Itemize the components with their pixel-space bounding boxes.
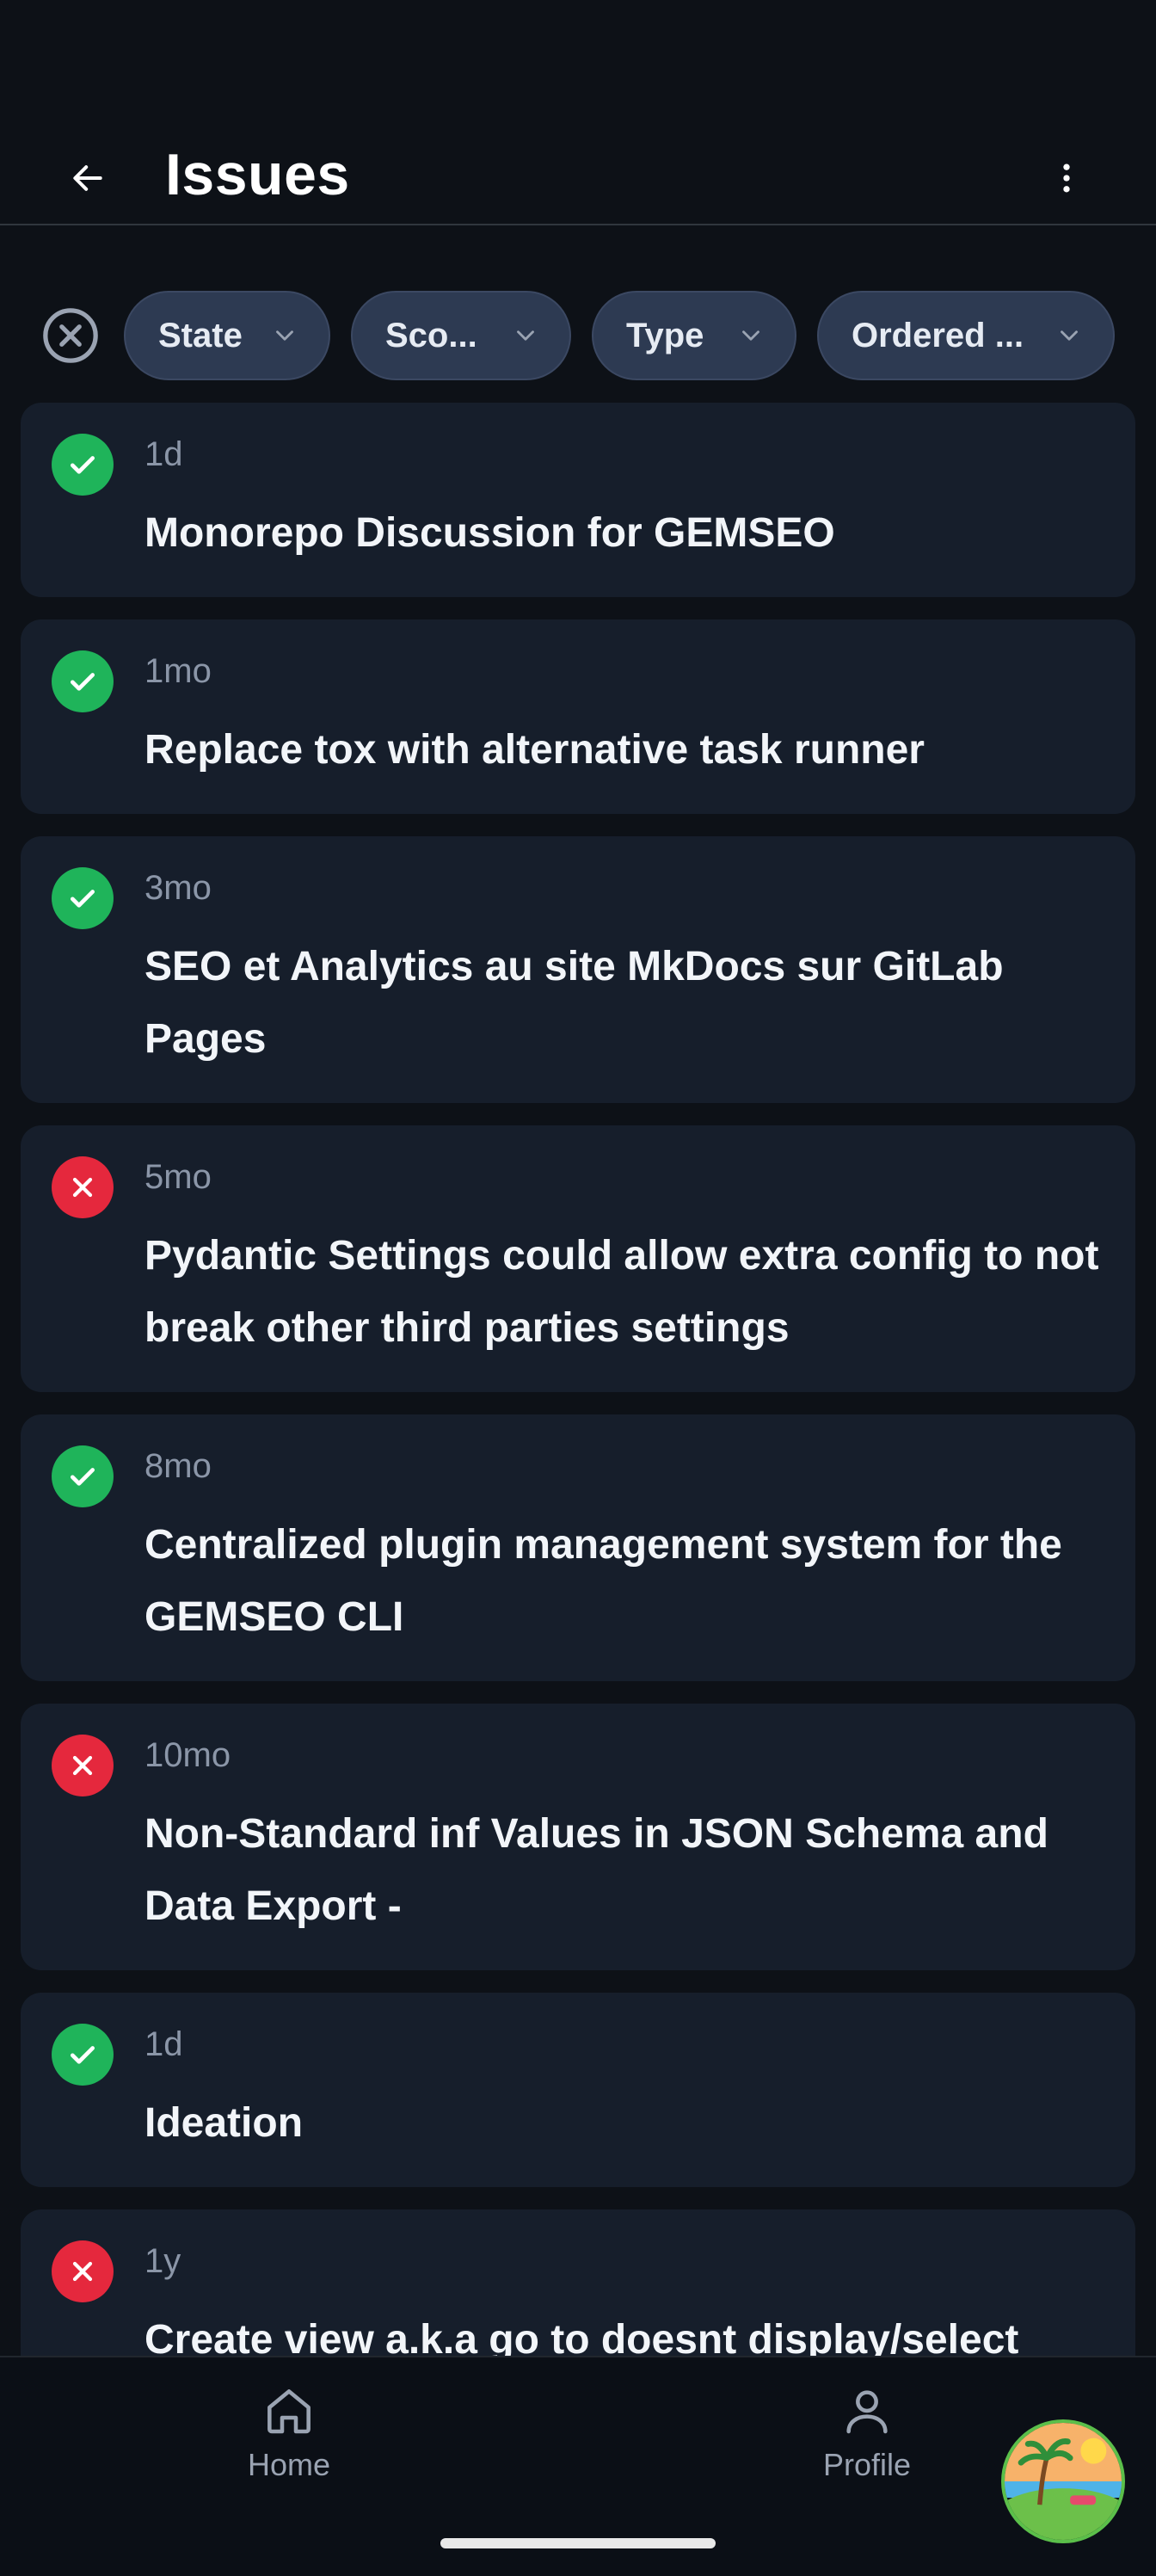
more-vert-icon <box>1063 163 1070 193</box>
check-icon <box>71 456 95 474</box>
issue-age: 3mo <box>144 869 212 907</box>
issue-age: 5mo <box>144 1158 212 1196</box>
filter-scope-label: Sco... <box>385 316 477 354</box>
nav-profile-label: Profile <box>822 2447 912 2482</box>
issue-age: 1mo <box>144 652 212 690</box>
check-icon <box>71 890 95 908</box>
issue-card[interactable]: 1d Monorepo Discussion for GEMSEO <box>21 403 1135 597</box>
status-open-badge <box>52 2024 114 2086</box>
page-title: Issues <box>165 142 350 207</box>
issue-card[interactable]: 3mo SEO et Analytics au site MkDocs sur … <box>21 836 1135 1103</box>
chevron-down-icon <box>270 321 299 350</box>
status-open-badge <box>52 867 114 929</box>
issue-title: Non-Standard inf Values in JSON Schema a… <box>144 1811 1048 1929</box>
clear-circle-icon <box>43 308 98 363</box>
filter-bar: State Sco... Type Ordered ... <box>0 284 1156 385</box>
filter-order[interactable]: Ordered ... <box>817 291 1115 380</box>
status-open-badge <box>52 1445 114 1507</box>
issue-title: Monorepo Discussion for GEMSEO <box>144 510 835 556</box>
filter-state-label: State <box>158 316 243 354</box>
nav-home-label: Home <box>247 2447 331 2482</box>
status-open-badge <box>52 650 114 712</box>
status-open-badge <box>52 434 114 496</box>
filter-type[interactable]: Type <box>592 291 796 380</box>
chevron-down-icon <box>1055 321 1084 350</box>
close-icon <box>72 2261 93 2282</box>
chevron-down-icon <box>736 321 766 350</box>
filter-state[interactable]: State <box>124 291 330 380</box>
status-closed-badge <box>52 2240 114 2302</box>
status-closed-badge <box>52 1156 114 1218</box>
person-icon <box>846 2390 888 2434</box>
chevron-down-icon <box>511 321 540 350</box>
filter-order-label: Ordered ... <box>852 316 1024 354</box>
status-bar <box>0 0 1156 129</box>
check-icon <box>71 673 95 691</box>
nav-profile[interactable]: Profile <box>764 2383 970 2483</box>
beach-avatar-image <box>1005 2423 1122 2540</box>
issue-card[interactable]: 1y Create view a.k.a go to doesnt displa… <box>21 2209 1135 2356</box>
issue-title: Centralized plugin management system for… <box>144 1522 1062 1640</box>
close-icon <box>72 1177 93 1198</box>
filter-type-label: Type <box>626 316 704 354</box>
issue-age: 10mo <box>144 1736 231 1774</box>
issue-title: Replace tox with alternative task runner <box>144 727 925 773</box>
clear-filters-button[interactable] <box>40 305 101 367</box>
issue-card[interactable]: 5mo Pydantic Settings could allow extra … <box>21 1125 1135 1392</box>
issue-list: 1d Monorepo Discussion for GEMSEO 1mo Re… <box>21 403 1135 2356</box>
issue-card[interactable]: 8mo Centralized plugin management system… <box>21 1414 1135 1681</box>
issue-title: Ideation <box>144 2100 304 2146</box>
issue-card[interactable]: 1d Ideation <box>21 1993 1135 2187</box>
issue-card[interactable]: 1mo Replace tox with alternative task ru… <box>21 619 1135 814</box>
home-indicator <box>440 2538 716 2548</box>
check-icon <box>71 2046 95 2064</box>
app-bar: Issues <box>0 129 1156 225</box>
status-closed-badge <box>52 1735 114 1796</box>
check-icon <box>71 1468 95 1486</box>
home-icon <box>267 2389 311 2434</box>
issue-card[interactable]: 10mo Non-Standard inf Values in JSON Sch… <box>21 1704 1135 1970</box>
close-icon <box>72 1755 93 1776</box>
avatar[interactable] <box>1001 2419 1125 2543</box>
issue-title: Pydantic Settings could allow extra conf… <box>144 1233 1099 1351</box>
issue-age: 8mo <box>144 1447 212 1485</box>
issue-title: Create view a.k.a go to doesnt display/s… <box>144 2317 1019 2356</box>
back-button[interactable] <box>53 148 122 208</box>
more-options-button[interactable] <box>1032 148 1101 208</box>
issue-age: 1d <box>144 435 183 473</box>
issue-title: SEO et Analytics au site MkDocs sur GitL… <box>144 944 1004 1062</box>
issue-age: 1d <box>144 2025 183 2063</box>
nav-home[interactable]: Home <box>186 2383 392 2483</box>
filter-scope[interactable]: Sco... <box>351 291 571 380</box>
arrow-left-icon <box>73 165 102 191</box>
issue-age: 1y <box>144 2242 181 2280</box>
